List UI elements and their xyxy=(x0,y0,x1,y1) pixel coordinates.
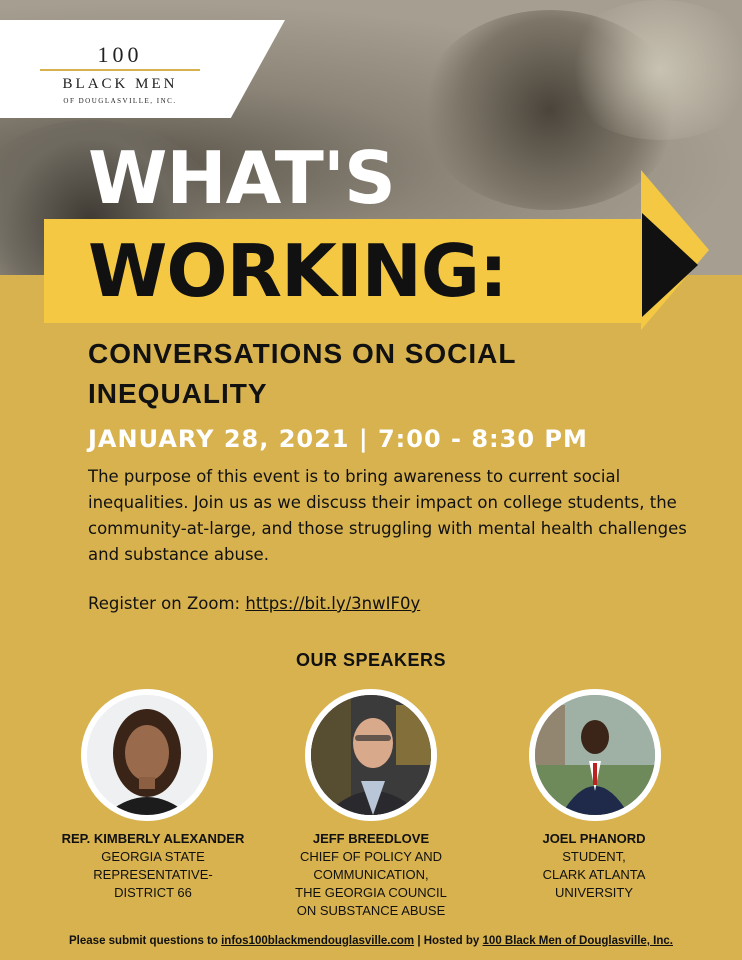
logo-divider xyxy=(40,69,200,71)
register-line: Register on Zoom: https://bit.ly/3nwIF0y xyxy=(88,591,420,617)
event-description: The purpose of this event is to bring aw… xyxy=(88,467,687,564)
speaker-card: JOEL PHANORD STUDENT, CLARK ATLANTA UNIV… xyxy=(489,830,699,902)
speaker-name: JOEL PHANORD xyxy=(542,831,646,846)
speakers-heading: OUR SPEAKERS xyxy=(295,650,447,670)
speaker-photo-joel-phanord xyxy=(529,689,661,821)
speaker-role: STUDENT, CLARK ATLANTA UNIVERSITY xyxy=(542,849,646,900)
speaker-photo-kimberly-alexander xyxy=(81,689,213,821)
logo-number: 100 xyxy=(97,42,143,67)
speaker-name: JEFF BREEDLOVE xyxy=(312,831,430,846)
speaker-name: REP. KIMBERLY ALEXANDER xyxy=(61,831,245,846)
footer-middle: | Hosted by xyxy=(414,935,483,947)
headline-line-2: WORKING: xyxy=(88,229,508,313)
play-arrow-icon xyxy=(642,213,698,317)
speaker-card: REP. KIMBERLY ALEXANDER GEORGIA STATE RE… xyxy=(48,830,258,902)
footer-note: Please submit questions to infos100black… xyxy=(0,935,742,947)
event-subtitle: CONVERSATIONS ON SOCIAL INEQUALITY xyxy=(88,338,517,409)
speaker-role: CHIEF OF POLICY AND COMMUNICATION, THE G… xyxy=(295,849,447,918)
logo-name: BLACK MEN xyxy=(62,76,178,92)
contact-email-link[interactable]: infos100blackmendouglasville.com xyxy=(221,935,414,947)
event-flyer: 100 BLACK MEN OF DOUGLASVILLE, INC. WHAT… xyxy=(0,0,742,960)
logo-subtitle: OF DOUGLASVILLE, INC. xyxy=(63,97,177,105)
host-link[interactable]: 100 Black Men of Douglasville, Inc. xyxy=(483,935,673,947)
event-date-time: JANUARY 28, 2021 | 7:00 - 8:30 PM xyxy=(88,425,588,453)
register-label: Register on Zoom: xyxy=(88,594,246,613)
footer-prefix: Please submit questions to xyxy=(69,935,222,947)
zoom-registration-link[interactable]: https://bit.ly/3nwIF0y xyxy=(245,594,420,613)
speaker-card: JEFF BREEDLOVE CHIEF OF POLICY AND COMMU… xyxy=(266,830,476,920)
speaker-role: GEORGIA STATE REPRESENTATIVE- DISTRICT 6… xyxy=(93,849,213,900)
headline-line-1: WHAT'S xyxy=(88,136,396,220)
speaker-photo-jeff-breedlove xyxy=(305,689,437,821)
